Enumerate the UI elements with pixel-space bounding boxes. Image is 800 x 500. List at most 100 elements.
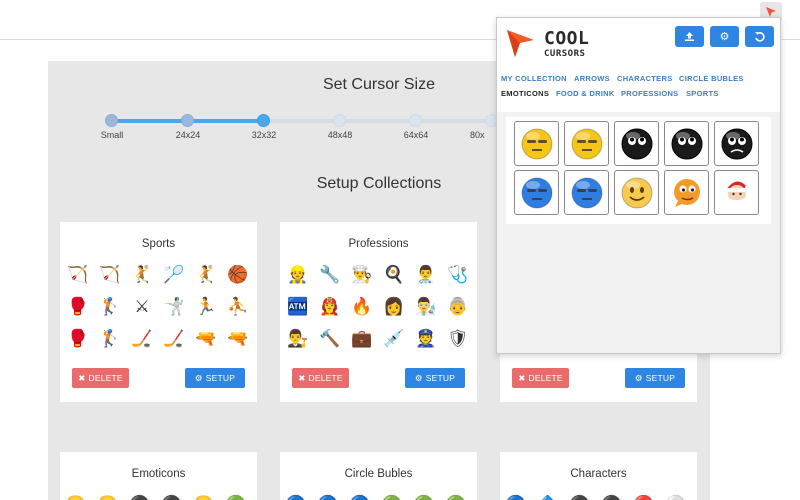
bubble-cursor-icon: 🟢 (378, 489, 406, 500)
cursor-grid-panel (506, 117, 771, 224)
delete-button[interactable]: ✖ DELETE (292, 368, 349, 388)
size-label-48: 48x48 (327, 130, 353, 140)
emoticon-cursor-icon: ⚫ (158, 489, 186, 500)
profession-cursor-icon: 👷 (287, 264, 309, 284)
tab-my-collection[interactable]: MY COLLECTION (501, 74, 567, 83)
cursor-option-yellow-bored-face[interactable] (564, 121, 609, 166)
size-label-32: 32x32 (251, 130, 277, 140)
setup-button[interactable]: ⚙ SETUP (405, 368, 465, 388)
cursor-option-santa-face[interactable] (714, 170, 759, 215)
sport-cursor-icon: 🏌 (99, 296, 121, 316)
bubble-cursor-icon: 🔵 (314, 489, 342, 500)
blue-bored-face-icon (571, 177, 602, 208)
reset-button[interactable] (745, 26, 774, 47)
character-cursor-icon: ⚫ (598, 489, 626, 500)
sport-cursor-icon: 🏸 (163, 264, 185, 284)
cursor-option-black-worried-face[interactable] (714, 121, 759, 166)
setup-button[interactable]: ⚙ SETUP (185, 368, 245, 388)
gears-icon: ⚙ (194, 372, 203, 383)
sport-cursor-icon: 🔫 (195, 328, 217, 348)
cursor-option-black-ball-face[interactable] (614, 121, 659, 166)
yellow-smile-face-icon (621, 177, 652, 208)
delete-button[interactable]: ✖ DELETE (72, 368, 129, 388)
sport-cursor-icon: 🏀 (227, 264, 249, 284)
bubble-cursor-icon: 🟢 (410, 489, 438, 500)
profession-cursor-icon: 👩 (383, 296, 405, 316)
cursor-option-black-eyes-up-face[interactable] (664, 121, 709, 166)
black-worried-face-icon (721, 128, 752, 159)
emoticon-cursor-icon: 😑 (94, 489, 122, 500)
card-title: Characters (570, 468, 627, 480)
emoticon-cursor-icon: 😑 (62, 489, 90, 500)
cursor-option-blue-sleepy-face[interactable] (514, 170, 559, 215)
gears-icon: ⚙ (634, 372, 643, 383)
size-option-64[interactable] (409, 114, 422, 127)
gears-icon: ⚙ (414, 372, 423, 383)
cool-cursors-logo-icon (507, 30, 534, 57)
close-icon: ✖ (298, 372, 306, 383)
yellow-sleepy-face-icon (521, 128, 552, 159)
tab-professions[interactable]: PROFESSIONS (621, 89, 678, 98)
sport-cursor-icon: 🏃 (195, 296, 217, 316)
tab-food-drink[interactable]: FOOD & DRINK (556, 89, 615, 98)
cursor-option-blue-bored-face[interactable] (564, 170, 609, 215)
character-cursor-icon: 🔴 (630, 489, 658, 500)
cursor-option-orange-speech-face[interactable] (664, 170, 709, 215)
character-cursor-icon: 🔵 (502, 489, 530, 500)
emoticons-icon-row: 😑 😑 ⚫ ⚫ 😑 🟢 (60, 489, 250, 500)
card-title: Circle Bubles (344, 468, 413, 480)
profession-cursor-icon: 👨‍🍳 (351, 264, 373, 284)
character-cursor-icon: ⚫ (566, 489, 594, 500)
sport-cursor-icon: 🏒 (163, 328, 185, 348)
size-option-32[interactable] (257, 114, 270, 127)
profession-cursor-icon: 🍳 (383, 264, 405, 284)
close-icon: ✖ (518, 372, 526, 383)
delete-button[interactable]: ✖ DELETE (512, 368, 569, 388)
profession-cursor-icon: 👩‍🚒 (319, 296, 341, 316)
santa-face-icon (725, 180, 751, 203)
profession-cursor-icon: 🛡 (447, 328, 469, 348)
collection-card-sports: Sports 🏹 🏹 🤾 🏸 🤾 🏀 🥊 🏌 ⚔ 🤺 🏃 ⛹ 🥊 🏌 🏒 🏒 🔫 🔫 ✖ DELETE ⚙ SET… (60, 222, 257, 402)
card-title: Professions (348, 238, 409, 250)
size-option-small[interactable] (105, 114, 118, 127)
emoticon-cursor-icon: 😑 (190, 489, 218, 500)
sport-cursor-icon: ⚔ (134, 296, 150, 316)
tab-circle-bubles[interactable]: CIRCLE BUBLES (679, 74, 744, 83)
emoticon-cursor-grid (514, 121, 759, 215)
sport-cursor-icon: 🔫 (227, 328, 249, 348)
tab-characters[interactable]: CHARACTERS (617, 74, 673, 83)
bubble-cursor-icon: 🔵 (282, 489, 310, 500)
undo-icon (755, 32, 765, 42)
sport-cursor-icon: ⛹ (227, 296, 249, 316)
black-eyes-up-face-icon (671, 128, 702, 159)
sport-cursor-icon: 🏹 (67, 264, 89, 284)
delete-label: DELETE (308, 373, 343, 383)
tab-arrows[interactable]: ARROWS (574, 74, 610, 83)
bubbles-icon-row: 🔵 🔵 🔵 🟢 🟢 🟢 (280, 489, 470, 500)
brand-subtitle: CURSORS (544, 49, 586, 59)
cursor-option-yellow-sleepy-face[interactable] (514, 121, 559, 166)
close-icon: ✖ (78, 372, 86, 383)
sports-icon-grid: 🏹 🏹 🤾 🏸 🤾 🏀 🥊 🏌 ⚔ 🤺 🏃 ⛹ 🥊 🏌 🏒 🏒 🔫 🔫 (63, 259, 253, 353)
size-label-64: 64x64 (403, 130, 429, 140)
profession-cursor-icon: 👨‍⚕️ (415, 264, 437, 284)
profession-cursor-icon: 👵 (447, 296, 469, 316)
profession-cursor-icon: 🔨 (319, 328, 341, 348)
upload-button[interactable] (675, 26, 704, 47)
size-option-48[interactable] (333, 114, 346, 127)
sport-cursor-icon: 🏌 (99, 328, 121, 348)
tab-sports[interactable]: SPORTS (686, 89, 719, 98)
tab-emoticons[interactable]: EMOTICONS (501, 89, 549, 98)
size-option-24[interactable] (181, 114, 194, 127)
blue-sleepy-face-icon (521, 177, 552, 208)
settings-button[interactable]: ⚙ (710, 26, 739, 47)
setup-button[interactable]: ⚙ SETUP (625, 368, 685, 388)
sport-cursor-icon: 🤺 (163, 296, 185, 316)
brand-title: COOL (544, 28, 590, 49)
sport-cursor-icon: 🤾 (195, 264, 217, 284)
cursor-option-yellow-smile-face[interactable] (614, 170, 659, 215)
collection-nav: MY COLLECTION ARROWS CHARACTERS CIRCLE B… (497, 68, 780, 112)
upload-icon (685, 32, 694, 41)
yellow-bored-face-icon (571, 128, 602, 159)
sport-cursor-icon: 🏒 (131, 328, 153, 348)
